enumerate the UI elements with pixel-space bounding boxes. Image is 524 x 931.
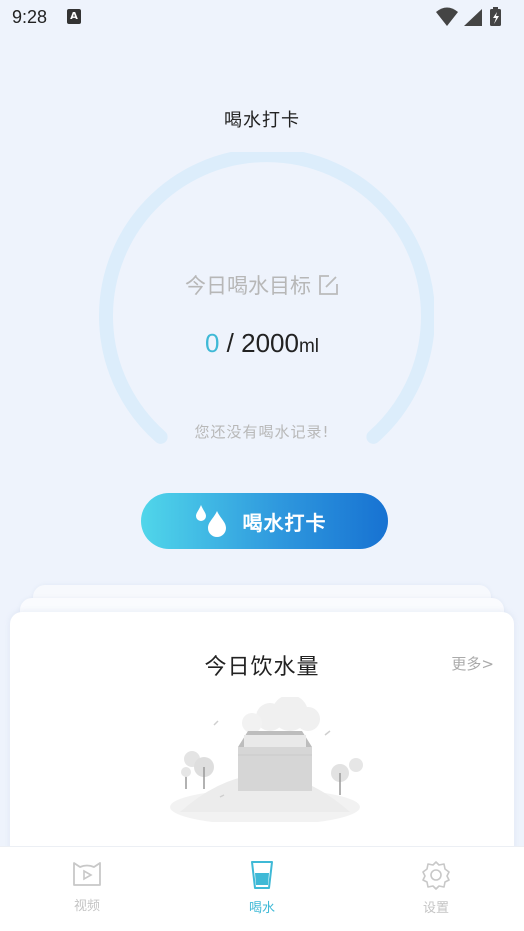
amount-unit: ml (298, 336, 320, 357)
status-icons (436, 7, 501, 26)
nav-item-drink[interactable]: 喝水 (222, 859, 302, 916)
card-title: 今日饮水量 (204, 655, 320, 680)
notification-icon: A (67, 9, 81, 24)
empty-record-text: 您还没有喝水记录! (194, 423, 330, 441)
goal-label-row[interactable]: 今日喝水目标 (0, 270, 524, 301)
current-amount: 0 (204, 328, 220, 358)
checkin-button[interactable]: 喝水打卡 (141, 493, 388, 549)
amount-separator: / (219, 328, 242, 358)
signal-icon (464, 9, 482, 26)
edit-icon[interactable] (317, 274, 339, 301)
water-drops-icon (195, 505, 226, 537)
video-icon (73, 862, 101, 886)
more-link[interactable]: 更多> (451, 653, 494, 674)
cup-icon (251, 861, 273, 889)
nav-label-settings: 设置 (422, 901, 449, 916)
status-time: 9:28 (12, 7, 48, 27)
amount-display: 0 / 2000ml (0, 328, 524, 359)
status-bar: 9:28 A (0, 0, 524, 36)
nav-item-settings[interactable]: 设置 (396, 859, 476, 916)
wifi-icon (436, 7, 458, 26)
page-title: 喝水打卡 (224, 110, 300, 131)
bottom-nav: 视频 喝水 设置 (0, 846, 524, 931)
empty-box-illustration (170, 697, 363, 822)
target-amount: 2000 (241, 328, 299, 358)
nav-item-video[interactable]: 视频 (47, 859, 127, 914)
nav-label-video: 视频 (73, 899, 100, 914)
nav-label-drink: 喝水 (248, 901, 275, 916)
battery-charging-icon (490, 7, 501, 26)
settings-icon (422, 861, 450, 890)
progress-ring (96, 152, 434, 452)
checkin-button-label: 喝水打卡 (242, 510, 327, 535)
goal-label: 今日喝水目标 (185, 274, 311, 298)
